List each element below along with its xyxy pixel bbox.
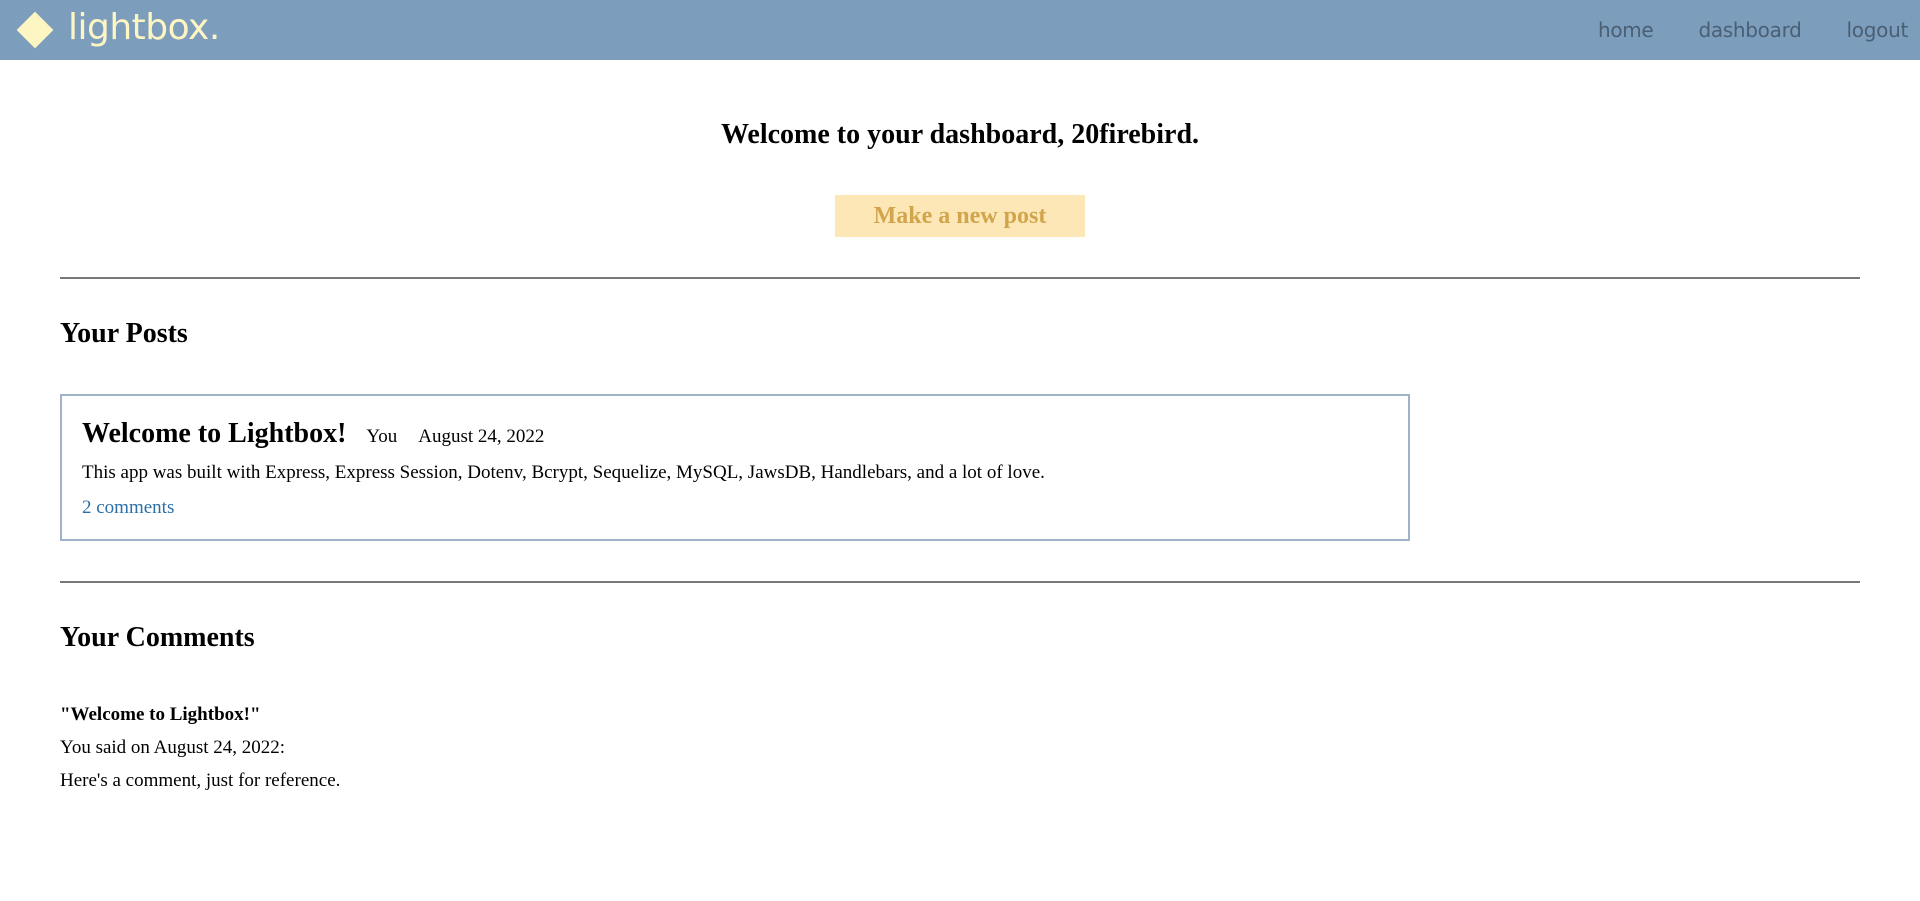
post-body: This app was built with Express, Express… — [82, 462, 1045, 483]
posts-heading: Your Posts — [60, 318, 188, 349]
diamond-icon — [16, 11, 54, 49]
nav-link-home[interactable]: home — [1598, 18, 1654, 42]
comment-text: Here's a comment, just for reference. — [60, 770, 341, 791]
brand-logo-link[interactable]: lightbox. — [16, 8, 220, 52]
post-card[interactable]: Welcome to Lightbox! You August 24, 2022… — [60, 394, 1410, 541]
post-date: August 24, 2022 — [418, 426, 545, 447]
comments-heading: Your Comments — [60, 622, 255, 653]
section-divider — [60, 581, 1860, 583]
post-title: Welcome to Lightbox! — [82, 418, 347, 449]
nav-link-logout[interactable]: logout — [1847, 18, 1909, 42]
new-post-button[interactable]: Make a new post — [835, 195, 1085, 237]
top-navbar: lightbox. home dashboard logout — [0, 0, 1920, 60]
page-title: Welcome to your dashboard, 20firebird. — [720, 119, 1200, 150]
comment-item: "Welcome to Lightbox!" You said on Augus… — [60, 698, 340, 797]
comment-meta: You said on August 24, 2022: — [60, 737, 286, 758]
nav-link-dashboard[interactable]: dashboard — [1698, 18, 1801, 42]
post-comments-link[interactable]: 2 comments — [82, 497, 174, 519]
post-author: You — [366, 426, 398, 447]
section-divider — [60, 277, 1860, 279]
main-nav: home dashboard logout — [1553, 0, 1920, 60]
brand-name: lightbox. — [68, 7, 220, 48]
comment-post-title: "Welcome to Lightbox!" — [60, 704, 261, 725]
post-header: Welcome to Lightbox! You August 24, 2022 — [82, 418, 544, 450]
